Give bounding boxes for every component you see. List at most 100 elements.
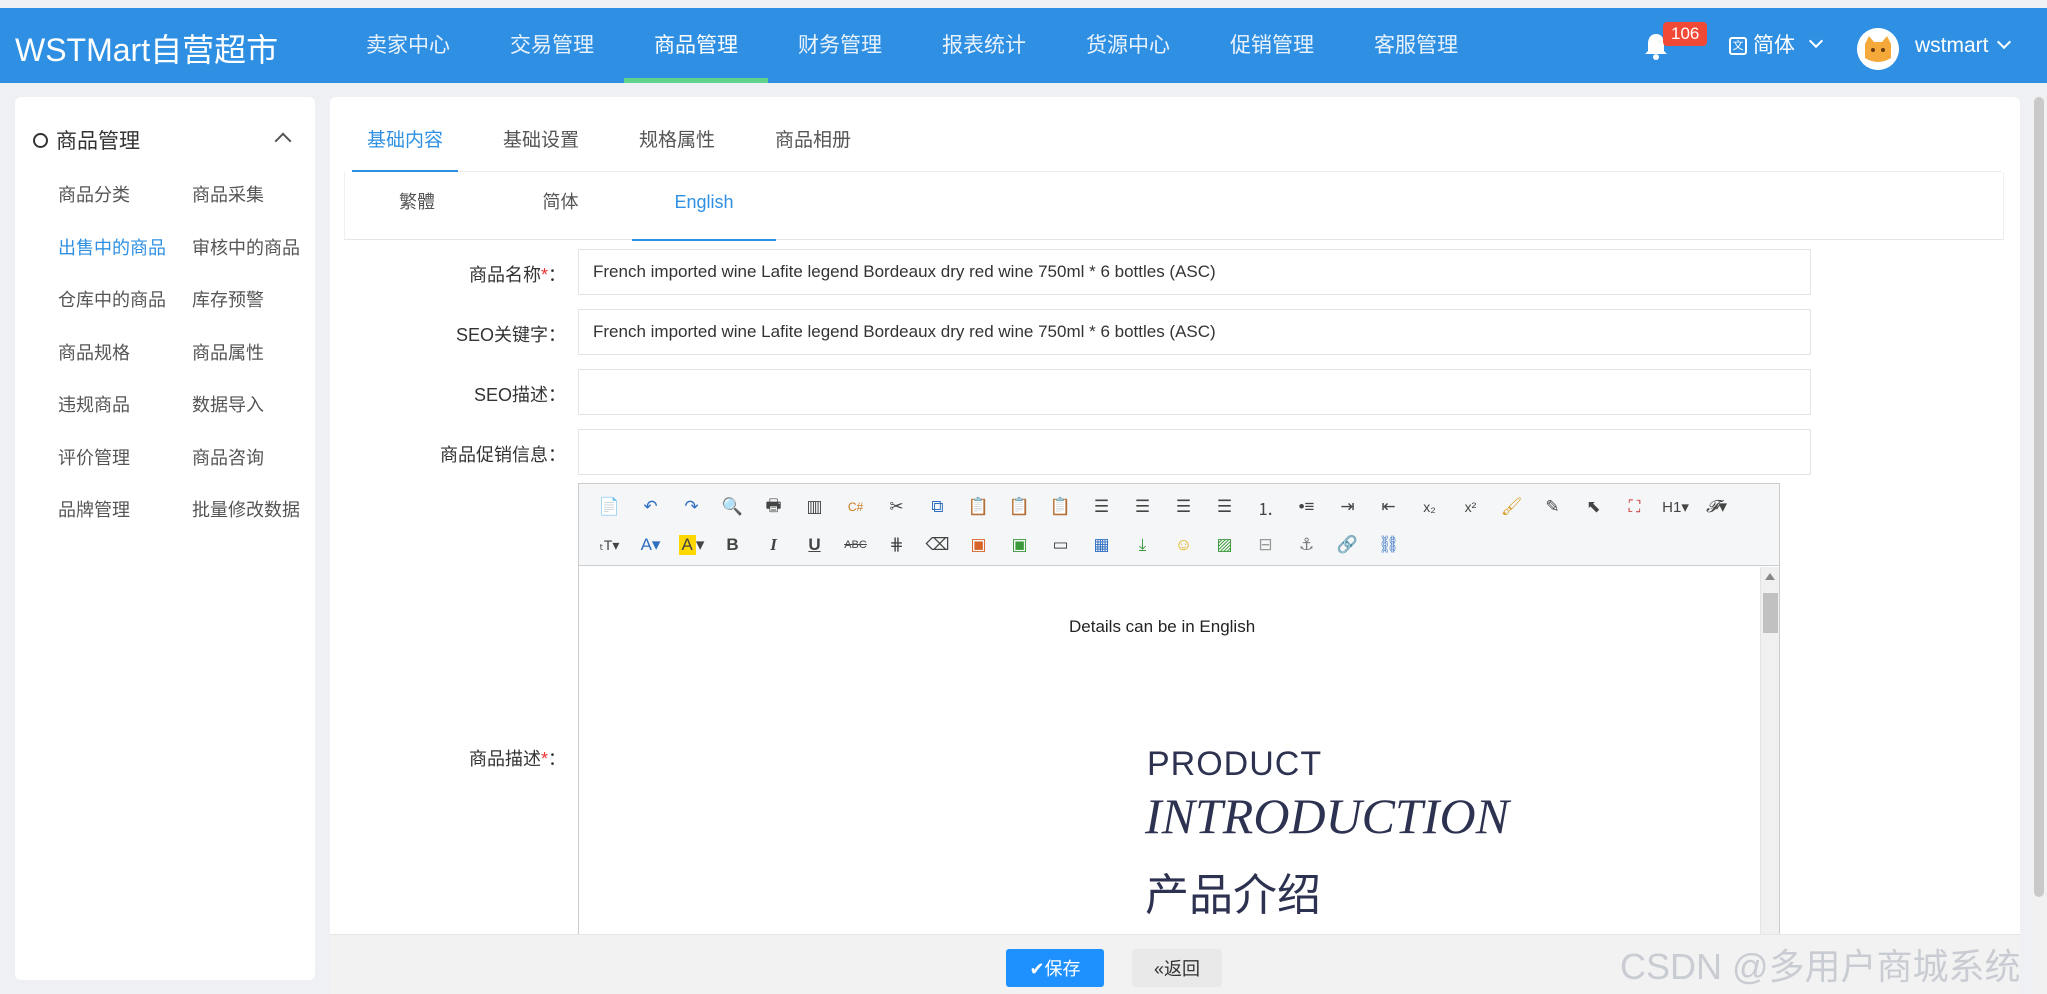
avatar[interactable] [1857,28,1899,70]
code-icon[interactable]: C# [835,491,876,523]
paste-plain-icon[interactable]: 📋 [999,491,1040,523]
label-colon: ： [548,749,566,769]
page-break-icon[interactable]: ⊟ [1245,529,1286,561]
user-menu[interactable]: wstmart [1915,8,2011,83]
editor-scroll-thumb[interactable] [1763,593,1778,633]
sidebar-item-brands[interactable]: 品牌管理 [58,484,192,537]
sidebar-item-product-collect[interactable]: 商品采集 [192,169,318,222]
tab-spec-attributes[interactable]: 规格属性 [624,97,730,172]
sidebar-item-product-category[interactable]: 商品分类 [58,169,192,222]
editor-details-text: Details can be in English [1069,617,1256,636]
multi-image-icon[interactable]: ▣ [999,529,1040,561]
seo-keywords-input[interactable] [578,309,1811,355]
nav-trade-management[interactable]: 交易管理 [480,8,624,83]
justify-icon[interactable]: ☰ [1204,491,1245,523]
paste-word-icon[interactable]: 📋 [1040,491,1081,523]
page-scroll-thumb[interactable] [2034,97,2044,897]
subscript-icon[interactable]: x₂ [1409,491,1450,523]
font-color-icon[interactable]: A▾ [630,529,671,561]
product-name-input[interactable] [578,249,1811,295]
sidebar-item-data-import[interactable]: 数据导入 [192,379,318,432]
scroll-up-icon[interactable] [1765,573,1775,580]
save-button[interactable]: ✔保存 [1006,949,1104,987]
tab-product-album[interactable]: 商品相册 [760,97,866,172]
sidebar-item-in-warehouse[interactable]: 仓库中的商品 [58,274,192,327]
image-manager-icon[interactable]: ▨ [1204,529,1245,561]
quick-format-icon[interactable]: ✎ [1532,491,1573,523]
bold-icon[interactable]: B [712,529,753,561]
paste-icon[interactable]: 📋 [958,491,999,523]
insert-table-icon[interactable]: ▦ [1081,529,1122,561]
unordered-list-icon[interactable]: •≡ [1286,491,1327,523]
line-height-icon[interactable]: ⋕ [876,529,917,561]
nav-reports[interactable]: 报表统计 [912,8,1056,83]
promotion-info-input[interactable] [578,429,1811,475]
nav-promotion-management[interactable]: 促销管理 [1200,8,1344,83]
template-icon[interactable]: ▥ [794,491,835,523]
fullscreen-icon[interactable]: ⛶ [1614,491,1655,523]
sidebar-item-bulk-edit[interactable]: 批量修改数据 [192,484,318,537]
sidebar-section-header[interactable]: 商品管理 [33,125,140,155]
print-icon[interactable]: 🖶 [753,491,794,523]
insert-file-icon[interactable]: ⤓ [1122,529,1163,561]
nav-supply-center[interactable]: 货源中心 [1056,8,1200,83]
ordered-list-icon[interactable]: ⒈ [1245,491,1286,523]
copy-icon[interactable]: ⧉ [917,491,958,523]
seo-description-input[interactable] [578,369,1811,415]
sidebar-item-inquiries[interactable]: 商品咨询 [192,432,318,485]
sidebar-item-reviews[interactable]: 评价管理 [58,432,192,485]
align-center-icon[interactable]: ☰ [1122,491,1163,523]
tab-basic-settings[interactable]: 基础设置 [488,97,594,172]
tab-basic-content[interactable]: 基础内容 [352,97,459,172]
emoji-icon[interactable]: ☺ [1163,529,1204,561]
nav-customer-service[interactable]: 客服管理 [1344,8,1488,83]
tab-traditional-chinese[interactable]: 繁體 [345,172,489,240]
nav-seller-center[interactable]: 卖家中心 [336,8,480,83]
sidebar-item-product-specs[interactable]: 商品规格 [58,327,192,380]
link-icon[interactable]: 🔗 [1327,529,1368,561]
language-switcher[interactable]: 文 简体 [1729,8,1824,83]
page-scrollbar[interactable] [2031,97,2047,994]
cat-avatar-icon [1857,28,1899,70]
nav-finance-management[interactable]: 财务管理 [768,8,912,83]
tab-english[interactable]: English [632,172,776,241]
insert-image-icon[interactable]: ▣ [958,529,999,561]
sidebar: 商品管理 商品分类 商品采集 出售中的商品 审核中的商品 仓库中的商品 库存预警… [15,97,315,980]
redo-icon[interactable]: ↷ [671,491,712,523]
sidebar-item-on-sale[interactable]: 出售中的商品 [58,222,192,275]
select-all-icon[interactable]: ⬉ [1573,491,1614,523]
source-code-icon[interactable]: 📄 [589,491,630,523]
outdent-icon[interactable]: ⇤ [1368,491,1409,523]
underline-icon[interactable]: U [794,529,835,561]
strikethrough-icon[interactable]: ABC [835,529,876,561]
italic-icon[interactable]: I [753,529,794,561]
font-size-icon[interactable]: ₜT▾ [589,529,630,561]
preview-icon[interactable]: 🔍 [712,491,753,523]
indent-icon[interactable]: ⇥ [1327,491,1368,523]
sidebar-item-under-review[interactable]: 审核中的商品 [192,222,318,275]
sidebar-item-stock-alert[interactable]: 库存预警 [192,274,318,327]
nav-product-management[interactable]: 商品管理 [624,8,768,83]
align-right-icon[interactable]: ☰ [1163,491,1204,523]
store-logo[interactable]: WSTMart自营超市 [15,25,278,71]
font-family-icon[interactable]: 𝓕▾ [1696,491,1737,523]
cut-icon[interactable]: ✂ [876,491,917,523]
circle-icon [33,132,48,148]
sidebar-item-product-attributes[interactable]: 商品属性 [192,327,318,380]
heading-icon[interactable]: H1▾ [1655,491,1696,523]
back-button[interactable]: «返回 [1132,949,1222,987]
editor-content[interactable]: Details can be in English PRODUCT INTROD… [579,567,1761,994]
clear-format-icon[interactable]: 🖌 [1491,491,1532,523]
chevron-up-icon[interactable] [274,132,292,150]
insert-video-icon[interactable]: ▭ [1040,529,1081,561]
tab-simplified-chinese[interactable]: 简体 [489,172,632,240]
eraser-icon[interactable]: ⌫ [917,529,958,561]
anchor-icon[interactable]: ⚓ [1286,529,1327,561]
align-left-icon[interactable]: ☰ [1081,491,1122,523]
superscript-icon[interactable]: x² [1450,491,1491,523]
highlight-color-icon[interactable]: A ▾ [671,529,712,561]
sidebar-item-violations[interactable]: 违规商品 [58,379,192,432]
unlink-icon[interactable]: ⛓ [1368,529,1409,561]
undo-icon[interactable]: ↶ [630,491,671,523]
editor-scrollbar[interactable] [1760,567,1779,994]
